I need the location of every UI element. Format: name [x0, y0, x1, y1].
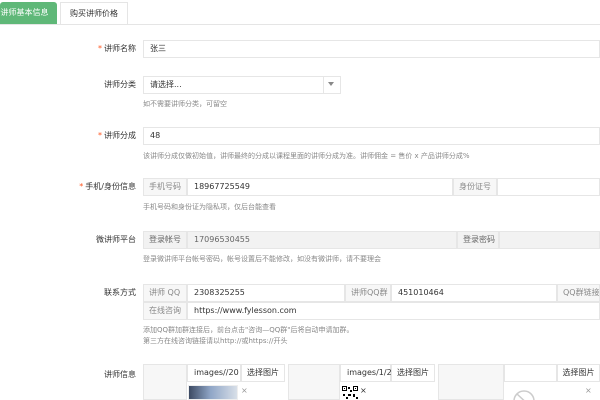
contact-label: 联系方式 [104, 288, 136, 297]
category-label: 讲师分类 [104, 80, 136, 89]
qq-group-input[interactable]: 451010464 [391, 284, 557, 302]
account-input: 17096530455 [187, 231, 457, 249]
category-selected: 请选择... [150, 80, 182, 89]
phone-input[interactable]: 18967725549 [187, 178, 453, 196]
qq-input[interactable]: 2308325255 [187, 284, 345, 302]
phone-label: * 手机/身份信息 [79, 182, 136, 191]
image-path-1: images//20 [187, 364, 241, 382]
image-addon-3 [438, 364, 504, 400]
qr-code-icon [341, 385, 359, 400]
password-input [499, 231, 600, 249]
consult-addon: 在线咨询 [143, 302, 187, 320]
qq-addon: 讲师 QQ [143, 284, 187, 302]
select-separator [323, 77, 324, 93]
name-input[interactable]: 张三 [143, 40, 600, 58]
micro-hint: 登录微讲师平台帐号密码，帐号设置后不能修改，如没有微讲师，请不要理会 [143, 255, 381, 263]
teacher-info-label: 讲师信息 [104, 370, 136, 379]
avatar-thumbnail [188, 385, 238, 400]
close-icon-3[interactable]: × [585, 386, 592, 395]
category-hint: 如不需要讲师分类，可留空 [143, 100, 227, 108]
select-image-button-3[interactable]: 选择图片 [557, 364, 600, 382]
image-addon-2 [288, 364, 340, 400]
qq-group-link-addon: QQ群链接 [557, 284, 600, 302]
image-path-2: images/1/2 [340, 364, 392, 382]
qq-group-addon: 讲师QQ群 [345, 284, 391, 302]
id-addon: 身份证号 [453, 178, 497, 196]
image-addon-1 [143, 364, 187, 400]
password-addon: 登录密码 [457, 231, 499, 249]
phone-hint: 手机号码和身份证为隐私项，仅后台能查看 [143, 203, 276, 211]
name-label: * 讲师名称 [98, 44, 136, 53]
share-input[interactable]: 48 [143, 127, 600, 145]
chevron-down-icon [328, 82, 334, 86]
phone-addon: 手机号码 [143, 178, 187, 196]
share-hint: 该讲师分成仅做初始值，讲师最终的分成以课程里面的讲师分成为准。讲师佣金 = 售价… [143, 152, 470, 160]
close-icon-2[interactable]: × [360, 386, 367, 395]
image-path-3 [504, 364, 557, 382]
id-input[interactable] [497, 178, 600, 196]
micro-label: 微讲师平台 [96, 235, 136, 244]
contact-hint-2: 第三方在线咨询链接请以http://或https://开头 [143, 337, 288, 345]
share-label: * 讲师分成 [98, 131, 136, 140]
select-image-button-2[interactable]: 选择图片 [391, 364, 435, 382]
category-select[interactable]: 请选择... [143, 76, 341, 94]
select-image-button-1[interactable]: 选择图片 [241, 364, 285, 382]
image-placeholder-icon [506, 385, 542, 400]
tab-basic-info[interactable]: 讲师基本信息 [0, 2, 57, 24]
tab-purchase-price[interactable]: 购买讲师价格 [60, 2, 128, 24]
account-addon: 登录帐号 [143, 231, 187, 249]
tab-bar: 讲师基本信息 购买讲师价格 [0, 0, 600, 25]
contact-hint-1: 添加QQ群加群连接后，前台点击"咨询—QQ群"后将自动申请加群。 [143, 326, 354, 334]
close-icon[interactable]: × [241, 386, 248, 395]
consult-input[interactable]: https://www.fylesson.com [187, 302, 600, 320]
